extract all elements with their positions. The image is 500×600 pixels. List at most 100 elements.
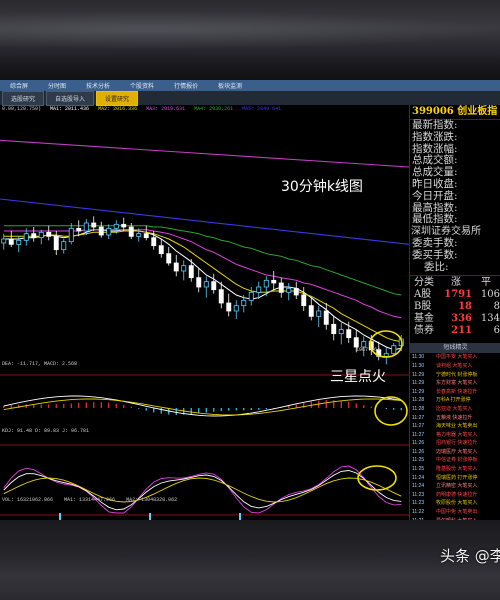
news-item[interactable]: 11:29 东方财富 大笔买入 <box>410 379 500 388</box>
candle-body <box>1 238 7 244</box>
news-text: 宁德时代 封涨停板 <box>436 371 478 378</box>
photo-background-top <box>0 0 500 80</box>
category-flat: 6 <box>493 325 500 337</box>
low-price-readout: 1967.664 <box>356 347 381 353</box>
news-item[interactable]: 11:29 宁德时代 封涨停板 <box>410 371 500 380</box>
tab-5[interactable]: 板块监测 <box>208 81 252 90</box>
macd-panel <box>3 395 402 417</box>
news-item[interactable]: 11:23 药明康德 快速拉升 <box>410 491 500 500</box>
news-item[interactable]: 11:24 恒瑞医药 打开涨停 <box>410 474 500 483</box>
candle-body <box>233 305 239 312</box>
cat-header-up: 涨 <box>451 277 461 289</box>
news-time: 11:27 <box>412 423 425 430</box>
candle-body <box>323 310 329 325</box>
tab-0[interactable]: 综合屏 <box>0 81 38 90</box>
candle-body <box>98 226 104 236</box>
candle-body <box>38 231 44 239</box>
news-time: 11:30 <box>412 362 425 369</box>
news-time: 11:23 <box>412 500 425 507</box>
menu-bar: 综合屏 分时图 技术分析 个股资料 行情报价 板块监测 <box>0 80 500 91</box>
quote-field-6: 今日开盘: <box>412 189 458 202</box>
category-row: 债券 211 6 <box>410 325 500 337</box>
news-text: 长春高新 快速拉升 <box>436 388 478 395</box>
candle-body <box>263 279 269 288</box>
news-time: 11:27 <box>412 414 425 421</box>
news-item[interactable]: 11:27 五粮液 快速拉升 <box>410 414 500 423</box>
toolbar: 选股研究 自选股导入 设置研究 <box>0 90 500 106</box>
news-text: 迈瑞医疗 大笔买入 <box>436 448 478 455</box>
news-item[interactable]: 11:27 海天味业 大笔卖出 <box>410 422 500 431</box>
category-flat: 8 <box>493 301 500 313</box>
kdj-panel <box>3 465 402 514</box>
category-name: 基金 <box>414 313 434 325</box>
order-field-1: 委买手数: <box>412 248 458 261</box>
quote-field-5: 昨日收盘: <box>412 177 458 190</box>
news-list: 11:30 中国平安 大笔买入 11:30 谈判组 大笔买入 11:29 宁德时代 封涨停… <box>410 353 500 520</box>
order-field-0: 委卖手数: <box>412 236 458 249</box>
news-item[interactable]: 11:26 迈瑞医疗 大笔买入 <box>410 448 500 457</box>
kdj-j-line <box>3 465 402 514</box>
candle-body <box>113 223 119 229</box>
candle-body <box>188 265 194 279</box>
news-text: 比亚迪 大笔买入 <box>436 405 473 412</box>
candle-body <box>76 227 82 232</box>
tab-4[interactable]: 行情报价 <box>164 81 208 90</box>
news-item[interactable]: 11:25 中信证券 封涨停板 <box>410 456 500 465</box>
ma-readout: 0.00,120.750) MA1: 2011.436 MA2: 2016.33… <box>0 105 410 114</box>
news-item[interactable]: 11:30 谈判组 大笔买入 <box>410 362 500 371</box>
candle-body <box>68 227 74 243</box>
news-item[interactable]: 11:22 中国中免 大笔卖出 <box>410 508 500 517</box>
tab-2[interactable]: 技术分析 <box>76 81 120 90</box>
kline-annotation: 30分钟k线图 <box>281 179 363 195</box>
category-up: 211 <box>451 325 472 337</box>
news-item[interactable]: 11:24 立讯精密 大笔买入 <box>410 482 500 491</box>
kline-chart[interactable] <box>0 105 409 520</box>
news-time: 11:26 <box>412 448 425 455</box>
candle-body <box>203 281 209 288</box>
news-time: 11:26 <box>412 440 425 447</box>
candle-body <box>196 277 202 288</box>
signal-annotation: 三星点火 <box>330 369 386 385</box>
news-header[interactable]: 短线精灵 <box>410 343 500 354</box>
news-item[interactable]: 11:28 比亚迪 大笔买入 <box>410 405 500 414</box>
candle-body <box>61 241 67 251</box>
candle-body <box>143 233 149 239</box>
tab-3[interactable]: 个股资料 <box>120 81 164 90</box>
candle-body <box>316 310 322 317</box>
news-text: 五粮液 快速拉升 <box>436 414 473 421</box>
candle-body <box>91 222 97 228</box>
candle-body <box>338 329 344 335</box>
tab-1[interactable]: 分时图 <box>38 81 76 90</box>
stock-research-button[interactable]: 选股研究 <box>2 90 45 106</box>
volume-readout: VOL: 16321062.066 MA1: 13314447.966 MA2:… <box>2 497 185 503</box>
news-item[interactable]: 11:26 招商银行 快速拉升 <box>410 439 500 448</box>
candle-body <box>346 329 352 339</box>
quote-panel: 399006 创业板指 最新指数: 指数涨跌: 指数涨幅: 总成交额: 总成交量: 昨日收… <box>409 105 500 520</box>
candle-body <box>391 345 397 355</box>
news-item[interactable]: 11:29 长春高新 快速拉升 <box>410 388 500 397</box>
candle-body <box>8 238 14 245</box>
news-item[interactable]: 11:25 隆基股份 大笔买入 <box>410 465 500 474</box>
news-item[interactable]: 11:30 中国平安 大笔买入 <box>410 353 500 362</box>
news-text: 恒瑞医药 打开涨停 <box>436 474 478 481</box>
settings-research-button[interactable]: 设置研究 <box>96 90 139 106</box>
kdj-label: KDJ: 91.48 D: 89.83 J: 96.781 <box>2 428 90 434</box>
news-text: 中信证券 封涨停板 <box>436 457 478 464</box>
news-time: 11:23 <box>412 491 425 498</box>
news-time: 11:25 <box>412 466 425 473</box>
news-item[interactable]: 11:27 格力电器 大笔买入 <box>410 431 500 440</box>
news-text: 立讯精密 大笔买入 <box>436 483 478 490</box>
import-watchlist-button[interactable]: 自选股导入 <box>46 90 95 106</box>
news-text: 东方财富 大笔买入 <box>436 380 478 387</box>
news-item[interactable]: 11:23 牧原股份 大笔买入 <box>410 499 500 508</box>
news-time: 11:24 <box>412 483 425 490</box>
candle-body <box>23 233 29 241</box>
news-item[interactable]: 11:28 万科A 打开涨停 <box>410 396 500 405</box>
news-text: 格力电器 大笔买入 <box>436 431 478 438</box>
index-title: 399006 创业板指 <box>410 105 500 120</box>
ma3-value: MA3: 2019.631 <box>146 106 186 112</box>
category-up: 18 <box>458 301 472 313</box>
candle-body <box>166 253 172 264</box>
candle-body <box>173 262 179 272</box>
news-time: 11:29 <box>412 371 425 378</box>
